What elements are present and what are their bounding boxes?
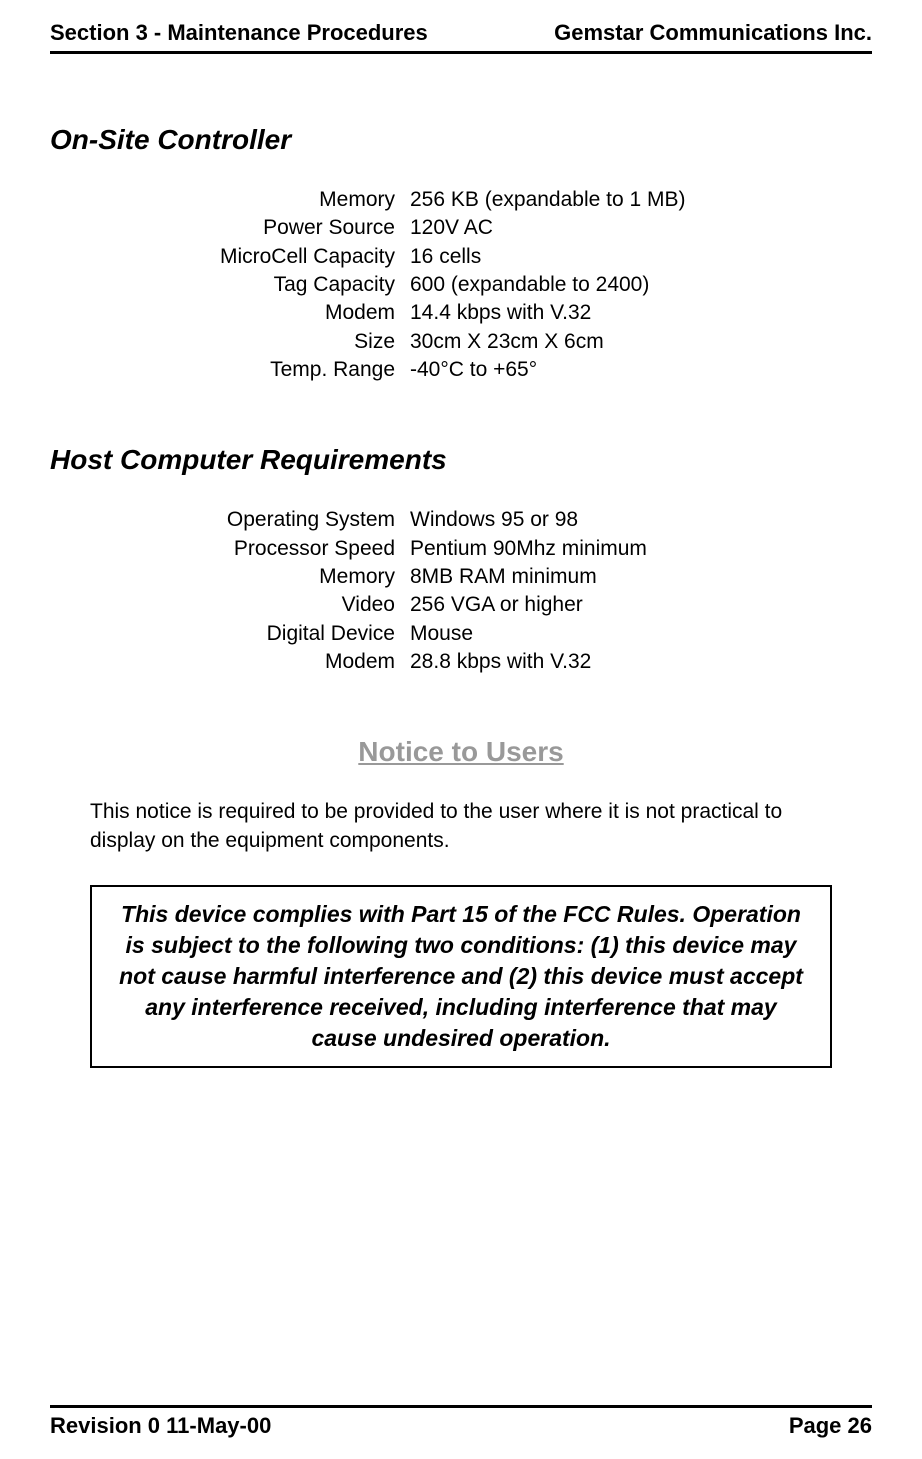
spec-table-onsite-controller: Memory 256 KB (expandable to 1 MB) Power…	[150, 186, 872, 384]
spec-label: Modem	[150, 648, 410, 676]
spec-label: Digital Device	[150, 620, 410, 648]
spec-label: Video	[150, 591, 410, 619]
page-content: On-Site Controller Memory 256 KB (expand…	[50, 54, 872, 1068]
spec-value: Mouse	[410, 620, 872, 648]
spec-value: 28.8 kbps with V.32	[410, 648, 872, 676]
spec-label: Temp. Range	[150, 356, 410, 384]
spec-value: Windows 95 or 98	[410, 506, 872, 534]
spec-row: MicroCell Capacity 16 cells	[150, 243, 872, 271]
fcc-notice-box: This device complies with Part 15 of the…	[90, 885, 832, 1068]
header-company-name: Gemstar Communications Inc.	[554, 20, 872, 46]
spec-label: MicroCell Capacity	[150, 243, 410, 271]
page-footer: Revision 0 11-May-00 Page 26	[50, 1405, 872, 1439]
notice-heading: Notice to Users	[50, 736, 872, 768]
spec-row: Memory 256 KB (expandable to 1 MB)	[150, 186, 872, 214]
spec-label: Processor Speed	[150, 535, 410, 563]
spec-row: Modem 28.8 kbps with V.32	[150, 648, 872, 676]
spec-row: Operating System Windows 95 or 98	[150, 506, 872, 534]
spec-row: Digital Device Mouse	[150, 620, 872, 648]
spec-label: Tag Capacity	[150, 271, 410, 299]
spec-value: 30cm X 23cm X 6cm	[410, 328, 872, 356]
spec-row: Temp. Range -40°C to +65°	[150, 356, 872, 384]
spec-row: Modem 14.4 kbps with V.32	[150, 299, 872, 327]
spec-value: 256 KB (expandable to 1 MB)	[410, 186, 872, 214]
spec-value: Pentium 90Mhz minimum	[410, 535, 872, 563]
spec-value: -40°C to +65°	[410, 356, 872, 384]
spec-value: 256 VGA or higher	[410, 591, 872, 619]
spec-value: 16 cells	[410, 243, 872, 271]
page-header: Section 3 - Maintenance Procedures Gemst…	[50, 0, 872, 54]
section-heading-onsite-controller: On-Site Controller	[50, 124, 872, 156]
spec-row: Power Source 120V AC	[150, 214, 872, 242]
spec-label: Operating System	[150, 506, 410, 534]
spec-label: Modem	[150, 299, 410, 327]
footer-page-number: Page 26	[789, 1413, 872, 1439]
spec-row: Memory 8MB RAM minimum	[150, 563, 872, 591]
spec-value: 120V AC	[410, 214, 872, 242]
spec-label: Power Source	[150, 214, 410, 242]
spec-row: Size 30cm X 23cm X 6cm	[150, 328, 872, 356]
spec-value: 600 (expandable to 2400)	[410, 271, 872, 299]
spec-row: Processor Speed Pentium 90Mhz minimum	[150, 535, 872, 563]
notice-intro-text: This notice is required to be provided t…	[90, 798, 852, 855]
section-heading-host-computer: Host Computer Requirements	[50, 444, 872, 476]
spec-row: Video 256 VGA or higher	[150, 591, 872, 619]
spec-row: Tag Capacity 600 (expandable to 2400)	[150, 271, 872, 299]
spec-label: Memory	[150, 186, 410, 214]
spec-table-host-computer: Operating System Windows 95 or 98 Proces…	[150, 506, 872, 676]
spec-value: 14.4 kbps with V.32	[410, 299, 872, 327]
spec-value: 8MB RAM minimum	[410, 563, 872, 591]
spec-label: Memory	[150, 563, 410, 591]
footer-revision: Revision 0 11-May-00	[50, 1413, 271, 1439]
spec-label: Size	[150, 328, 410, 356]
header-section-title: Section 3 - Maintenance Procedures	[50, 20, 428, 46]
